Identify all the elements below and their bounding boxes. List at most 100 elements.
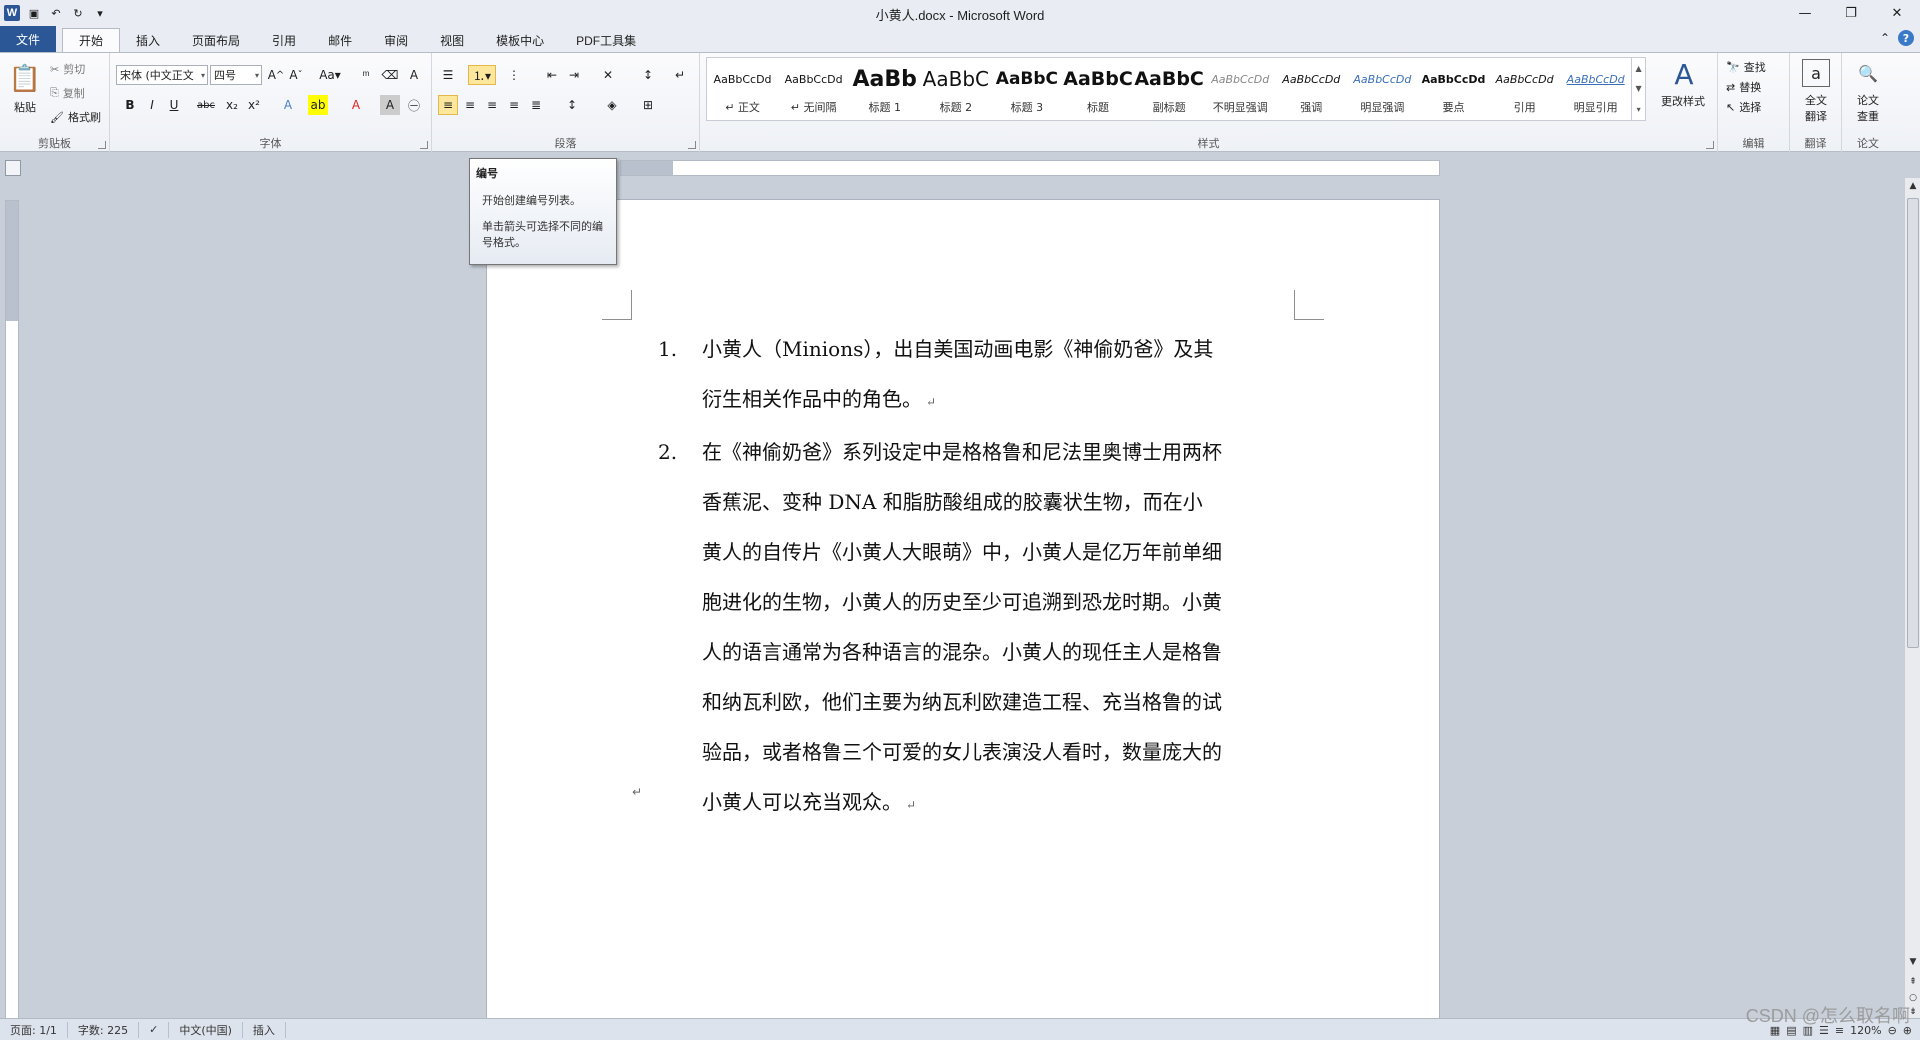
ruler-toggle[interactable]: [5, 160, 21, 176]
tab-references[interactable]: 引用: [256, 28, 312, 52]
tab-template-center[interactable]: 模板中心: [480, 28, 560, 52]
language-indicator[interactable]: 中文(中国): [169, 1021, 243, 1038]
list-item[interactable]: 2. 在《神偷奶爸》系列设定中是格格鲁和尼法里奥博士用两杯香蕉泥、变种 DNA …: [658, 427, 1222, 830]
style-subtle-emphasis[interactable]: AaBbCcDd 不明显强调: [1205, 58, 1276, 120]
horizontal-ruler[interactable]: [620, 160, 1440, 176]
paste-icon[interactable]: 📋: [6, 59, 44, 99]
char-border-icon[interactable]: A: [404, 65, 424, 85]
scroll-thumb[interactable]: [1907, 198, 1919, 648]
multilevel-list-icon[interactable]: ⋮: [504, 65, 524, 85]
copy-button[interactable]: ⎘ 复制: [50, 85, 85, 101]
vertical-scrollbar[interactable]: ▲ ▼ ⇞ ○ ⇟: [1904, 178, 1920, 1018]
superscript-icon[interactable]: x²: [244, 95, 264, 115]
gallery-scroll[interactable]: ▲ ▼ ▾: [1631, 58, 1645, 120]
style-intense-quote[interactable]: AaBbCcDd 明显引用: [1560, 58, 1631, 120]
font-color-icon[interactable]: A: [346, 95, 366, 115]
char-shading-icon[interactable]: A: [380, 95, 400, 115]
style-quote[interactable]: AaBbCcDd 引用: [1489, 58, 1560, 120]
pinyin-icon[interactable]: ͫ: [356, 65, 376, 85]
document-body[interactable]: 1. 小黄人（Minions），出自美国动画电影《神偷奶爸》及其衍生相关作品中的…: [658, 324, 1222, 830]
shrink-font-icon[interactable]: Aˇ: [286, 65, 306, 85]
vertical-ruler[interactable]: [5, 200, 19, 1020]
proofing-icon[interactable]: ✓: [139, 1021, 170, 1038]
paper-label[interactable]: 论文: [1842, 93, 1894, 107]
format-painter-button[interactable]: 🖌 格式刷: [50, 109, 101, 125]
tab-file[interactable]: 文件: [0, 26, 56, 52]
font-launcher-icon[interactable]: [420, 141, 428, 149]
bold-icon[interactable]: B: [120, 95, 140, 115]
scroll-down-icon[interactable]: ▼: [1905, 954, 1920, 970]
underline-icon[interactable]: U: [164, 95, 184, 115]
line-spacing-icon[interactable]: ↕: [562, 95, 582, 115]
list-item[interactable]: 1. 小黄人（Minions），出自美国动画电影《神偷奶爸》及其衍生相关作品中的…: [658, 324, 1222, 427]
align-left-icon[interactable]: ≡: [438, 95, 458, 115]
tab-mailings[interactable]: 邮件: [312, 28, 368, 52]
restore-button[interactable]: ❐: [1828, 0, 1874, 26]
help-icon[interactable]: ?: [1898, 30, 1914, 46]
minimize-ribbon-icon[interactable]: ⌃: [1880, 31, 1890, 45]
document-page[interactable]: 1. 小黄人（Minions），出自美国动画电影《神偷奶爸》及其衍生相关作品中的…: [487, 200, 1439, 1040]
style-title[interactable]: AaBbC 标题: [1062, 58, 1133, 120]
style-strong[interactable]: AaBbCcDd 要点: [1418, 58, 1489, 120]
tab-view[interactable]: 视图: [424, 28, 480, 52]
change-styles-button[interactable]: 更改样式: [1650, 93, 1716, 109]
tab-review[interactable]: 审阅: [368, 28, 424, 52]
cut-button[interactable]: ✂ 剪切: [50, 61, 85, 77]
tab-insert[interactable]: 插入: [120, 28, 176, 52]
translate-icon[interactable]: a: [1802, 59, 1830, 87]
paragraph-launcher-icon[interactable]: [688, 141, 696, 149]
select-button[interactable]: ↖ 选择: [1726, 99, 1761, 115]
change-styles-icon[interactable]: A: [1656, 57, 1712, 91]
decrease-indent-icon[interactable]: ⇤: [542, 65, 562, 85]
sort-icon[interactable]: ↕: [638, 65, 658, 85]
word-count[interactable]: 字数: 225: [68, 1021, 140, 1038]
style-intense-emphasis[interactable]: AaBbCcDd 明显强调: [1347, 58, 1418, 120]
distribute-icon[interactable]: ≣: [526, 95, 546, 115]
justify-icon[interactable]: ≡: [504, 95, 524, 115]
minimize-button[interactable]: —: [1782, 0, 1828, 26]
highlight-icon[interactable]: ab: [308, 95, 328, 115]
save-icon[interactable]: ▣: [26, 5, 42, 21]
style-heading-2[interactable]: AaBbC 标题 2: [920, 58, 991, 120]
change-case-icon[interactable]: Aa▾: [316, 65, 344, 85]
bullets-icon[interactable]: ☰: [438, 65, 458, 85]
customize-qat-icon[interactable]: ▾: [92, 5, 108, 21]
borders-icon[interactable]: ⊞: [638, 95, 658, 115]
prev-page-icon[interactable]: ⇞: [1905, 974, 1920, 990]
increase-indent-icon[interactable]: ⇥: [564, 65, 584, 85]
style-emphasis[interactable]: AaBbCcDd 强调: [1276, 58, 1347, 120]
clipboard-launcher-icon[interactable]: [98, 141, 106, 149]
style-normal[interactable]: AaBbCcDd ↵ 正文: [707, 58, 778, 120]
find-button[interactable]: 🔭 查找: [1726, 59, 1766, 75]
style-subtitle[interactable]: AaBbC 副标题: [1134, 58, 1205, 120]
more-icon[interactable]: ▾: [1637, 105, 1641, 114]
undo-icon[interactable]: ↶: [48, 5, 64, 21]
check-label[interactable]: 查重: [1842, 109, 1894, 123]
paste-button[interactable]: 粘贴: [6, 99, 44, 115]
tab-pdf-tools[interactable]: PDF工具集: [560, 28, 652, 52]
tab-page-layout[interactable]: 页面布局: [176, 28, 256, 52]
chinese-layout-icon[interactable]: ✕: [598, 65, 618, 85]
font-size-combo[interactable]: 四号 ▾: [210, 65, 262, 85]
numbering-button[interactable]: ⒈▾: [468, 65, 496, 85]
full-text-label[interactable]: 全文: [1790, 93, 1842, 107]
strikethrough-icon[interactable]: abc: [196, 95, 216, 115]
italic-icon[interactable]: I: [142, 95, 162, 115]
scroll-up-icon[interactable]: ▲: [1905, 178, 1920, 194]
subscript-icon[interactable]: x₂: [222, 95, 242, 115]
style-heading-3[interactable]: AaBbC 标题 3: [991, 58, 1062, 120]
paper-check-icon[interactable]: 🔍: [1854, 59, 1882, 87]
replace-button[interactable]: ⇄ 替换: [1726, 79, 1761, 95]
translate-label[interactable]: 翻译: [1790, 109, 1842, 123]
font-name-combo[interactable]: 宋体 (中文正文 ▾: [116, 65, 208, 85]
align-right-icon[interactable]: ≡: [482, 95, 502, 115]
text-effect-icon[interactable]: A: [278, 95, 298, 115]
chevron-down-icon[interactable]: ▼: [1636, 84, 1642, 93]
redo-icon[interactable]: ↻: [70, 5, 86, 21]
tab-home[interactable]: 开始: [62, 28, 121, 52]
grow-font-icon[interactable]: A ^: [266, 65, 286, 85]
style-no-spacing[interactable]: AaBbCcDd ↵ 无间隔: [778, 58, 849, 120]
clear-format-icon[interactable]: ⌫: [380, 65, 400, 85]
styles-launcher-icon[interactable]: [1706, 141, 1714, 149]
align-center-icon[interactable]: ≡: [460, 95, 480, 115]
